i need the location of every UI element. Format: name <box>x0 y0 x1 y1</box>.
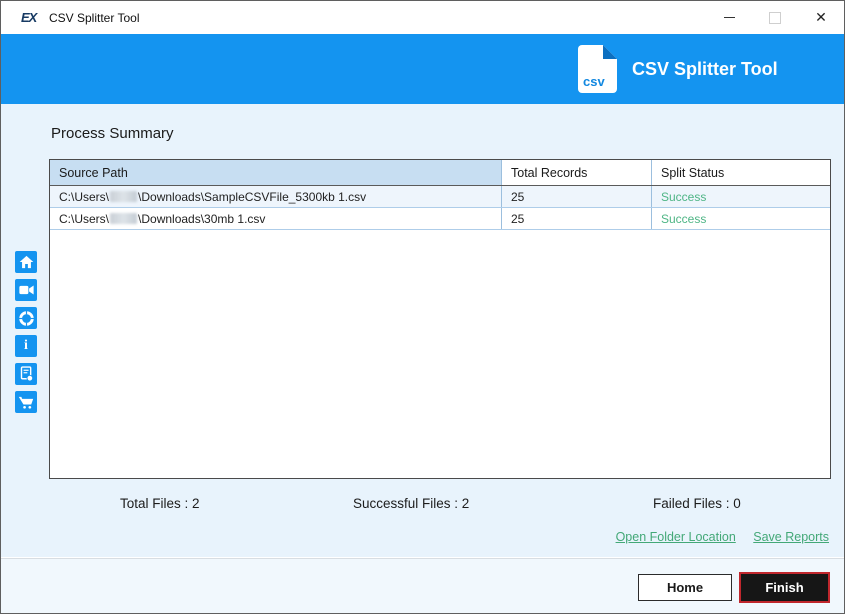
open-folder-location-link[interactable]: Open Folder Location <box>616 530 736 544</box>
app-logo-icon: EX <box>21 10 41 26</box>
save-reports-link[interactable]: Save Reports <box>753 530 829 544</box>
app-header: csv CSV Splitter Tool <box>1 34 844 104</box>
minimize-button[interactable] <box>706 1 752 34</box>
page-title: Process Summary <box>51 125 174 142</box>
svg-text:csv: csv <box>583 74 605 89</box>
home-icon <box>19 255 34 269</box>
sidebar-support-button[interactable] <box>15 307 37 329</box>
total-files-label: Total Files : 2 <box>120 496 200 511</box>
app-window: EX CSV Splitter Tool ✕ csv CSV Splitter … <box>0 0 845 614</box>
path-suffix: \Downloads\30mb 1.csv <box>138 212 265 226</box>
maximize-button[interactable] <box>752 1 798 34</box>
table-row[interactable]: C:\Users\ \Downloads\30mb 1.csv 25 Succes… <box>50 208 830 230</box>
main-content: Process Summary Source Path Total Record… <box>1 104 844 557</box>
sidebar-cart-button[interactable] <box>15 391 37 413</box>
split-status-cell: Success <box>652 186 830 207</box>
path-prefix: C:\Users\ <box>59 212 109 226</box>
info-icon: i <box>24 339 28 353</box>
sidebar-video-button[interactable] <box>15 279 37 301</box>
results-table: Source Path Total Records Split Status C… <box>49 159 831 479</box>
brand-title: CSV Splitter Tool <box>632 59 778 80</box>
close-button[interactable]: ✕ <box>798 1 844 34</box>
total-records-cell: 25 <box>502 208 652 229</box>
footer: Home Finish <box>1 558 844 614</box>
window-title: CSV Splitter Tool <box>49 11 140 25</box>
redacted-username <box>110 191 137 202</box>
column-header-total-records[interactable]: Total Records <box>502 160 652 185</box>
home-button[interactable]: Home <box>638 574 732 601</box>
total-records-cell: 25 <box>502 186 652 207</box>
titlebar: EX CSV Splitter Tool ✕ <box>1 1 844 34</box>
support-lifebuoy-icon <box>19 311 34 326</box>
table-header-row: Source Path Total Records Split Status <box>50 160 830 186</box>
successful-files-label: Successful Files : 2 <box>353 496 469 511</box>
sidebar: i <box>15 251 37 413</box>
window-controls: ✕ <box>706 1 844 34</box>
failed-files-label: Failed Files : 0 <box>653 496 741 511</box>
column-header-source-path[interactable]: Source Path <box>50 160 502 185</box>
table-row[interactable]: C:\Users\ \Downloads\SampleCSVFile_5300kb… <box>50 186 830 208</box>
path-suffix: \Downloads\SampleCSVFile_5300kb 1.csv <box>138 190 366 204</box>
split-status-cell: Success <box>652 208 830 229</box>
redacted-username <box>110 213 137 224</box>
action-links: Open Folder Location Save Reports <box>602 530 829 544</box>
shopping-cart-icon <box>18 395 34 410</box>
brand: csv CSV Splitter Tool <box>576 44 778 94</box>
csv-document-icon: csv <box>576 44 618 94</box>
finish-button[interactable]: Finish <box>739 572 830 603</box>
column-header-split-status[interactable]: Split Status <box>652 160 830 185</box>
sidebar-home-button[interactable] <box>15 251 37 273</box>
source-path-cell: C:\Users\ \Downloads\30mb 1.csv <box>50 208 502 229</box>
sidebar-info-button[interactable]: i <box>15 335 37 357</box>
path-prefix: C:\Users\ <box>59 190 109 204</box>
video-camera-icon <box>19 284 34 296</box>
license-document-icon <box>19 366 34 382</box>
source-path-cell: C:\Users\ \Downloads\SampleCSVFile_5300kb… <box>50 186 502 207</box>
sidebar-license-button[interactable] <box>15 363 37 385</box>
